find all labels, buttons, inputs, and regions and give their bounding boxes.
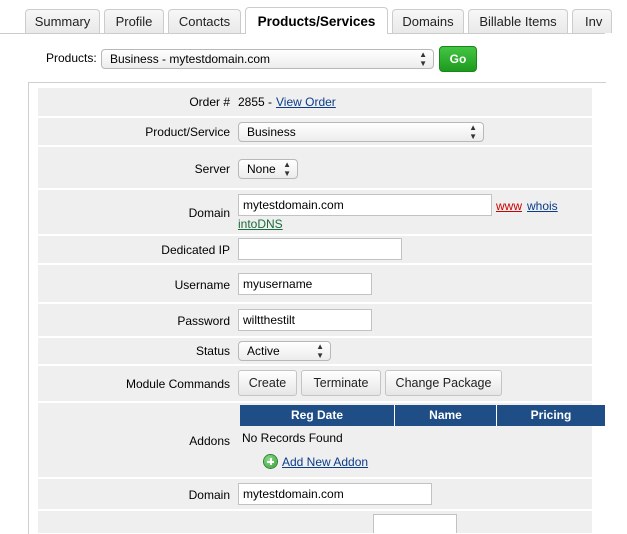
addons-col-name[interactable]: Name [395,405,497,426]
change-package-button[interactable]: Change Package [385,370,502,396]
addons-col-reg-date[interactable]: Reg Date [240,405,395,426]
row-bg-next [38,511,592,533]
addons-label: Addons [189,434,230,448]
domain2-label: Domain [188,488,230,502]
product-service-value: Business [247,125,296,139]
password-input[interactable]: wiltthestilt [238,309,372,331]
product-service-label: Product/Service [145,125,230,139]
products-select-value: Business - mytestdomain.com [110,52,271,66]
username-label: Username [174,278,230,292]
tab-invoices[interactable]: Inv [572,9,612,33]
products-label: Products: [46,51,97,65]
domain-input[interactable]: mytestdomain.com [238,194,492,216]
order-number: 2855 - [238,95,273,109]
password-label: Password [177,314,230,328]
view-order-link[interactable]: View Order [276,95,336,109]
status-select[interactable]: Active ▲ ▼ [238,341,331,361]
tab-domains[interactable]: Domains [392,9,464,33]
row-bg-server [38,147,592,188]
select-arrows-icon: ▲ ▼ [283,160,291,178]
tab-billable-items[interactable]: Billable Items [468,9,568,33]
next-field-input[interactable] [373,514,457,533]
status-label: Status [195,344,230,358]
select-arrows-icon: ▲ ▼ [316,342,324,360]
domain-label: Domain [188,206,230,220]
module-commands-label: Module Commands [125,377,230,391]
whois-link[interactable]: whois [527,199,558,213]
add-circle-icon[interactable] [264,455,277,468]
server-value: None [247,162,276,176]
domain2-input[interactable]: mytestdomain.com [238,483,432,505]
add-new-addon-link[interactable]: Add New Addon [282,455,368,469]
www-link[interactable]: www [496,199,522,213]
no-records-text: No Records Found [242,431,343,445]
intodns-link[interactable]: intoDNS [238,217,283,231]
username-input[interactable]: myusername [238,273,372,295]
addons-col-pricing[interactable]: Pricing [497,405,605,426]
tab-products-services[interactable]: Products/Services [245,7,388,34]
select-arrows-icon: ▲ ▼ [469,123,477,141]
tab-profile[interactable]: Profile [104,9,164,33]
tab-contacts[interactable]: Contacts [168,9,241,33]
products-select[interactable]: Business - mytestdomain.com ▲ ▼ [101,49,434,69]
server-label: Server [194,162,230,176]
dedicated-ip-input[interactable] [238,238,402,260]
dedicated-ip-label: Dedicated IP [161,243,230,257]
product-service-select[interactable]: Business ▲ ▼ [238,122,484,142]
select-arrows-icon: ▲ ▼ [419,50,427,68]
server-select[interactable]: None ▲ ▼ [238,159,298,179]
go-button[interactable]: Go [439,46,477,72]
terminate-button[interactable]: Terminate [301,370,381,396]
status-value: Active [247,344,280,358]
order-label: Order # [189,95,230,109]
create-button[interactable]: Create [238,370,297,396]
tab-bar: Summary Profile Contacts Products/Servic… [0,0,627,34]
tab-summary[interactable]: Summary [25,9,100,33]
